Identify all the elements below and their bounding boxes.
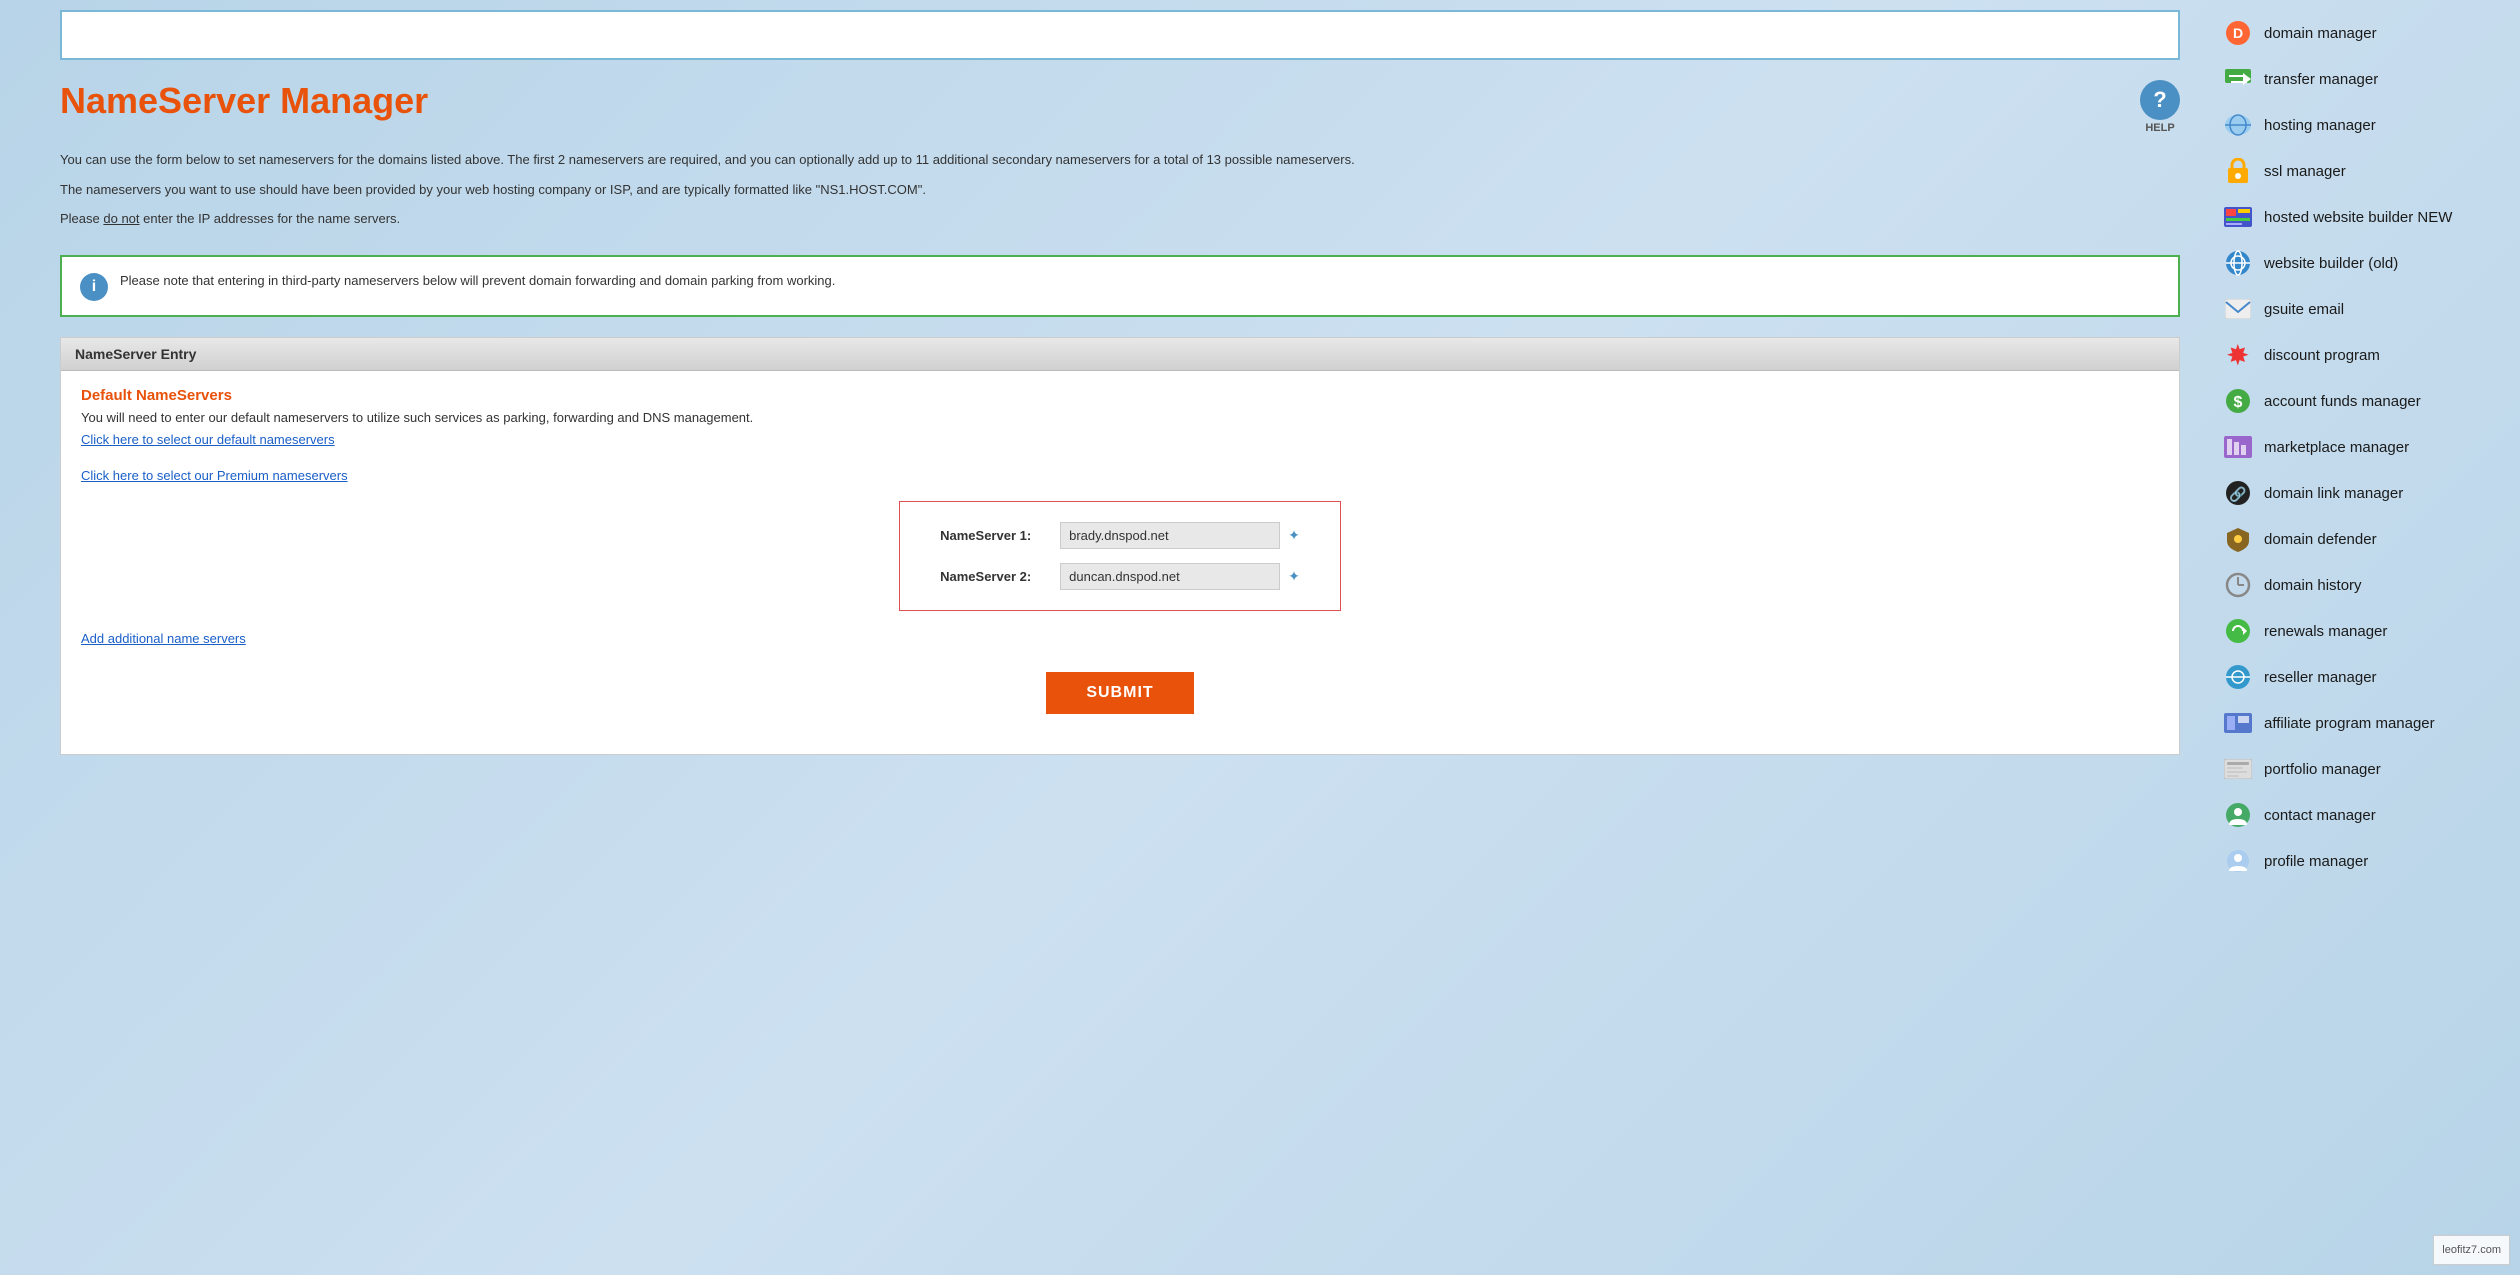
discount-program-label: discount program xyxy=(2264,347,2380,364)
help-label: HELP xyxy=(2145,122,2174,134)
default-ns-link[interactable]: Click here to select our default nameser… xyxy=(81,432,335,447)
reseller-manager-label: reseller manager xyxy=(2264,669,2377,686)
description-1: You can use the form below to set namese… xyxy=(60,150,2180,170)
premium-ns-link[interactable]: Click here to select our Premium nameser… xyxy=(81,468,348,483)
help-button[interactable]: ? HELP xyxy=(2140,80,2180,134)
gsuite-email-label: gsuite email xyxy=(2264,301,2344,318)
website-builder-old-icon xyxy=(2224,249,2252,277)
discount-program-icon xyxy=(2224,341,2252,369)
content-area: NameServer Manager ? HELP You can use th… xyxy=(0,0,2210,1275)
domain-defender-label: domain defender xyxy=(2264,531,2377,548)
transfer-manager-icon xyxy=(2224,65,2252,93)
domain-link-manager-icon: 🔗 xyxy=(2224,479,2252,507)
renewals-manager-label: renewals manager xyxy=(2264,623,2387,640)
sidebar-item-hosted-website-builder[interactable]: hosted website builder NEW xyxy=(2210,194,2510,240)
sidebar-item-transfer-manager[interactable]: transfer manager xyxy=(2210,56,2510,102)
ns-desc: You will need to enter our default names… xyxy=(81,410,2159,425)
profile-manager-label: profile manager xyxy=(2264,853,2368,870)
ns2-label: NameServer 2: xyxy=(940,569,1060,584)
page-title-row: NameServer Manager ? HELP xyxy=(60,80,2180,134)
contact-manager-icon xyxy=(2224,801,2252,829)
watermark: leofitz7.com xyxy=(2433,1235,2510,1265)
main-wrapper: NameServer Manager ? HELP You can use th… xyxy=(0,0,2520,1275)
portfolio-manager-icon xyxy=(2224,755,2252,783)
svg-text:🔗: 🔗 xyxy=(2229,485,2247,503)
sidebar-item-marketplace-manager[interactable]: marketplace manager xyxy=(2210,424,2510,470)
domain-manager-label: domain manager xyxy=(2264,25,2377,42)
portfolio-manager-label: portfolio manager xyxy=(2264,761,2381,778)
hosted-website-builder-icon xyxy=(2224,203,2252,231)
account-funds-manager-label: account funds manager xyxy=(2264,393,2421,410)
sidebar-item-account-funds-manager[interactable]: $ account funds manager xyxy=(2210,378,2510,424)
marketplace-manager-icon xyxy=(2224,433,2252,461)
ns2-required: ✦ xyxy=(1288,568,1300,585)
contact-manager-label: contact manager xyxy=(2264,807,2376,824)
ns-body: Default NameServers You will need to ent… xyxy=(61,371,2179,754)
profile-manager-icon xyxy=(2224,847,2252,875)
affiliate-program-manager-label: affiliate program manager xyxy=(2264,715,2435,732)
submit-button[interactable]: SUBMIT xyxy=(1046,672,1193,714)
info-icon: i xyxy=(80,273,108,301)
domain-defender-icon xyxy=(2224,525,2252,553)
sidebar-item-website-builder-old[interactable]: website builder (old) xyxy=(2210,240,2510,286)
sidebar-item-domain-manager[interactable]: Ddomain manager xyxy=(2210,10,2510,56)
hosted-website-builder-label: hosted website builder NEW xyxy=(2264,209,2452,226)
top-input-bar[interactable] xyxy=(60,10,2180,60)
ns1-input[interactable] xyxy=(1060,522,1280,549)
ns1-required: ✦ xyxy=(1288,527,1300,544)
sidebar-item-ssl-manager[interactable]: ssl manager xyxy=(2210,148,2510,194)
renewals-manager-icon xyxy=(2224,617,2252,645)
nameserver-section: NameServer Entry Default NameServers You… xyxy=(60,337,2180,755)
domain-history-label: domain history xyxy=(2264,577,2362,594)
reseller-manager-icon xyxy=(2224,663,2252,691)
sidebar-item-affiliate-program-manager[interactable]: affiliate program manager xyxy=(2210,700,2510,746)
domain-history-icon xyxy=(2224,571,2252,599)
ssl-manager-label: ssl manager xyxy=(2264,163,2346,180)
ns-entry-fields-box: NameServer 1: ✦ NameServer 2: ✦ xyxy=(899,501,1341,611)
gsuite-email-icon xyxy=(2224,295,2252,323)
ns2-row: NameServer 2: ✦ xyxy=(940,563,1300,590)
ssl-manager-icon xyxy=(2224,157,2252,185)
sidebar-item-profile-manager[interactable]: profile manager xyxy=(2210,838,2510,884)
hosting-manager-label: hosting manager xyxy=(2264,117,2376,134)
description-2: The nameservers you want to use should h… xyxy=(60,180,2180,200)
ns1-label: NameServer 1: xyxy=(940,528,1060,543)
account-funds-manager-icon: $ xyxy=(2224,387,2252,415)
svg-text:$: $ xyxy=(2234,394,2243,411)
info-notice-box: i Please note that entering in third-par… xyxy=(60,255,2180,317)
page-title: NameServer Manager xyxy=(60,80,428,122)
sidebar-item-contact-manager[interactable]: contact manager xyxy=(2210,792,2510,838)
affiliate-program-manager-icon xyxy=(2224,709,2252,737)
hosting-manager-icon xyxy=(2224,111,2252,139)
transfer-manager-label: transfer manager xyxy=(2264,71,2378,88)
sidebar-item-domain-history[interactable]: domain history xyxy=(2210,562,2510,608)
marketplace-manager-label: marketplace manager xyxy=(2264,439,2409,456)
sidebar-item-gsuite-email[interactable]: gsuite email xyxy=(2210,286,2510,332)
ns-section-header: NameServer Entry xyxy=(61,338,2179,371)
help-icon: ? xyxy=(2140,80,2180,120)
website-builder-old-label: website builder (old) xyxy=(2264,255,2398,272)
sidebar-item-domain-defender[interactable]: domain defender xyxy=(2210,516,2510,562)
svg-text:D: D xyxy=(2233,25,2243,41)
description-3: Please do not enter the IP addresses for… xyxy=(60,209,2180,229)
sidebar: Ddomain manager transfer manager hosting m… xyxy=(2210,0,2520,1275)
ns2-input[interactable] xyxy=(1060,563,1280,590)
domain-manager-icon: D xyxy=(2224,19,2252,47)
sidebar-item-portfolio-manager[interactable]: portfolio manager xyxy=(2210,746,2510,792)
domain-link-manager-label: domain link manager xyxy=(2264,485,2403,502)
sidebar-item-hosting-manager[interactable]: hosting manager xyxy=(2210,102,2510,148)
add-nameservers-link[interactable]: Add additional name servers xyxy=(81,631,246,646)
sidebar-item-discount-program[interactable]: discount program xyxy=(2210,332,2510,378)
sidebar-item-reseller-manager[interactable]: reseller manager xyxy=(2210,654,2510,700)
sidebar-item-domain-link-manager[interactable]: 🔗 domain link manager xyxy=(2210,470,2510,516)
ns1-row: NameServer 1: ✦ xyxy=(940,522,1300,549)
sidebar-item-renewals-manager[interactable]: renewals manager xyxy=(2210,608,2510,654)
default-ns-title: Default NameServers xyxy=(81,387,2159,404)
info-text: Please note that entering in third-party… xyxy=(120,271,835,291)
